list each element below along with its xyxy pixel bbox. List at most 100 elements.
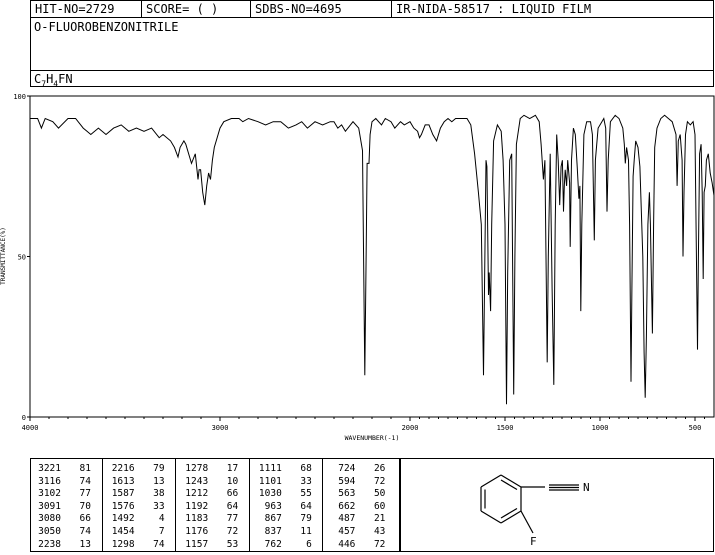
peak-transmittance: 50 [373,488,386,500]
peak-wavenumber: 762 [264,538,282,550]
peak-wavenumber: 724 [338,463,356,474]
peak-transmittance: 21 [373,513,386,525]
molecule-structure: N F [480,474,590,548]
peak-row: 1101 33 [252,476,326,489]
peak-row: 1576 33 [105,501,179,514]
peak-transmittance: 33 [153,500,165,512]
peak-wavenumber: 1101 [258,475,282,487]
x-tick-label: 2000 [402,424,419,432]
peak-row: 837 11 [252,526,326,539]
peak-wavenumber: 963 [264,500,282,512]
column-divider [248,459,250,551]
peak-row: 1298 74 [105,539,179,552]
peak-transmittance: 6 [306,538,312,550]
column-divider [101,459,103,551]
peak-transmittance: 70 [79,500,91,512]
peak-wavenumber: 1587 [111,488,135,500]
peak-wavenumber: 3050 [38,525,61,537]
peak-row: 724 26 [325,463,399,476]
x-tick-label: 1000 [592,424,609,432]
peak-column: 3221 81 3116 74 3102 77 3091 70 3080 66 3050 74 2238… [31,459,105,551]
peak-row: 1030 55 [252,488,326,501]
peak-transmittance: 66 [79,513,91,525]
peak-row: 1212 66 [178,488,252,501]
peak-wavenumber: 1111 [258,463,282,474]
peak-transmittance: 55 [300,488,312,500]
y-axis-label: TRANSMITTANCE(%) [0,227,7,285]
y-tick-label: 0 [22,414,26,422]
peak-transmittance: 66 [226,488,239,500]
peak-row: 1243 10 [178,476,252,489]
peak-transmittance: 43 [373,525,386,537]
peak-wavenumber: 1278 [185,463,209,474]
peak-wavenumber: 1576 [111,500,135,512]
peak-wavenumber: 1613 [111,475,135,487]
peak-transmittance: 38 [153,488,165,500]
peak-transmittance: 11 [300,525,312,537]
peak-wavenumber: 867 [264,513,282,525]
peak-wavenumber: 1492 [111,513,135,525]
x-axis-label: WAVENUMBER(-1) [345,434,400,442]
peak-column: 1111 68 1101 33 1030 55 963 64 867 79 837 11 762 6 [252,459,326,551]
peak-wavenumber: 3221 [38,463,61,474]
column-divider [175,459,177,551]
peak-wavenumber: 1192 [185,500,209,512]
peak-transmittance: 26 [373,463,386,474]
peak-wavenumber: 487 [338,513,356,525]
peak-wavenumber: 3102 [38,488,61,500]
plot-frame [29,95,715,418]
peak-transmittance: 72 [373,538,386,550]
peak-row: 3102 77 [31,488,105,501]
peak-row: 3116 74 [31,476,105,489]
peak-row: 1278 17 [178,463,252,476]
peak-wavenumber: 837 [264,525,282,537]
peak-transmittance: 4 [158,513,165,525]
x-tick-label: 1500 [497,424,514,432]
peak-wavenumber: 457 [338,525,356,537]
peak-transmittance: 17 [226,463,239,474]
peak-wavenumber: 1212 [185,488,209,500]
peak-row: 762 6 [252,539,326,552]
peak-row: 1613 13 [105,476,179,489]
peak-wavenumber: 3080 [38,513,61,525]
peak-row: 1183 77 [178,513,252,526]
x-tick-label: 4000 [22,424,39,432]
peak-row: 1111 68 [252,463,326,476]
peak-wavenumber: 1030 [258,488,282,500]
peak-transmittance: 64 [226,500,239,512]
peak-transmittance: 77 [226,513,239,525]
peak-transmittance: 60 [373,500,386,512]
peak-row: 1157 53 [178,539,252,552]
peak-wavenumber: 1176 [185,525,209,537]
peak-row: 487 21 [325,513,399,526]
peak-table: 3221 81 3116 74 3102 77 3091 70 3080 66 3050 74 2238… [30,458,400,552]
column-divider [322,459,324,551]
peak-row: 3050 74 [31,526,105,539]
peak-wavenumber: 3116 [38,475,61,487]
peak-row: 1192 64 [178,501,252,514]
peak-row: 594 72 [325,476,399,489]
peak-wavenumber: 1183 [185,513,209,525]
y-axis: 0 50 100 [13,93,30,422]
peak-transmittance: 72 [226,525,239,537]
structure-box: N F [400,458,714,552]
peak-wavenumber: 3091 [38,500,61,512]
peak-row: 3221 81 [31,463,105,476]
y-tick-label: 100 [13,93,26,101]
peak-wavenumber: 594 [338,475,356,487]
peak-row: 446 72 [325,539,399,552]
peak-row: 457 43 [325,526,399,539]
peak-transmittance: 7 [158,525,165,537]
peak-wavenumber: 2238 [38,538,61,550]
peak-row: 2216 79 [105,463,179,476]
nitrogen-label: N [583,481,590,494]
peak-wavenumber: 2216 [111,463,135,474]
peak-wavenumber: 1243 [185,475,209,487]
peak-transmittance: 68 [300,463,312,474]
peak-row: 1587 38 [105,488,179,501]
x-axis: 4000 3000 2000 1500 1000 500 [22,417,705,432]
y-tick-label: 50 [18,254,26,262]
peak-transmittance: 77 [79,488,91,500]
peak-row: 662 60 [325,501,399,514]
ir-spectrum-chart: 0 50 100 4000 3000 2000 1500 1000 500 TRANSMITT… [0,93,715,442]
